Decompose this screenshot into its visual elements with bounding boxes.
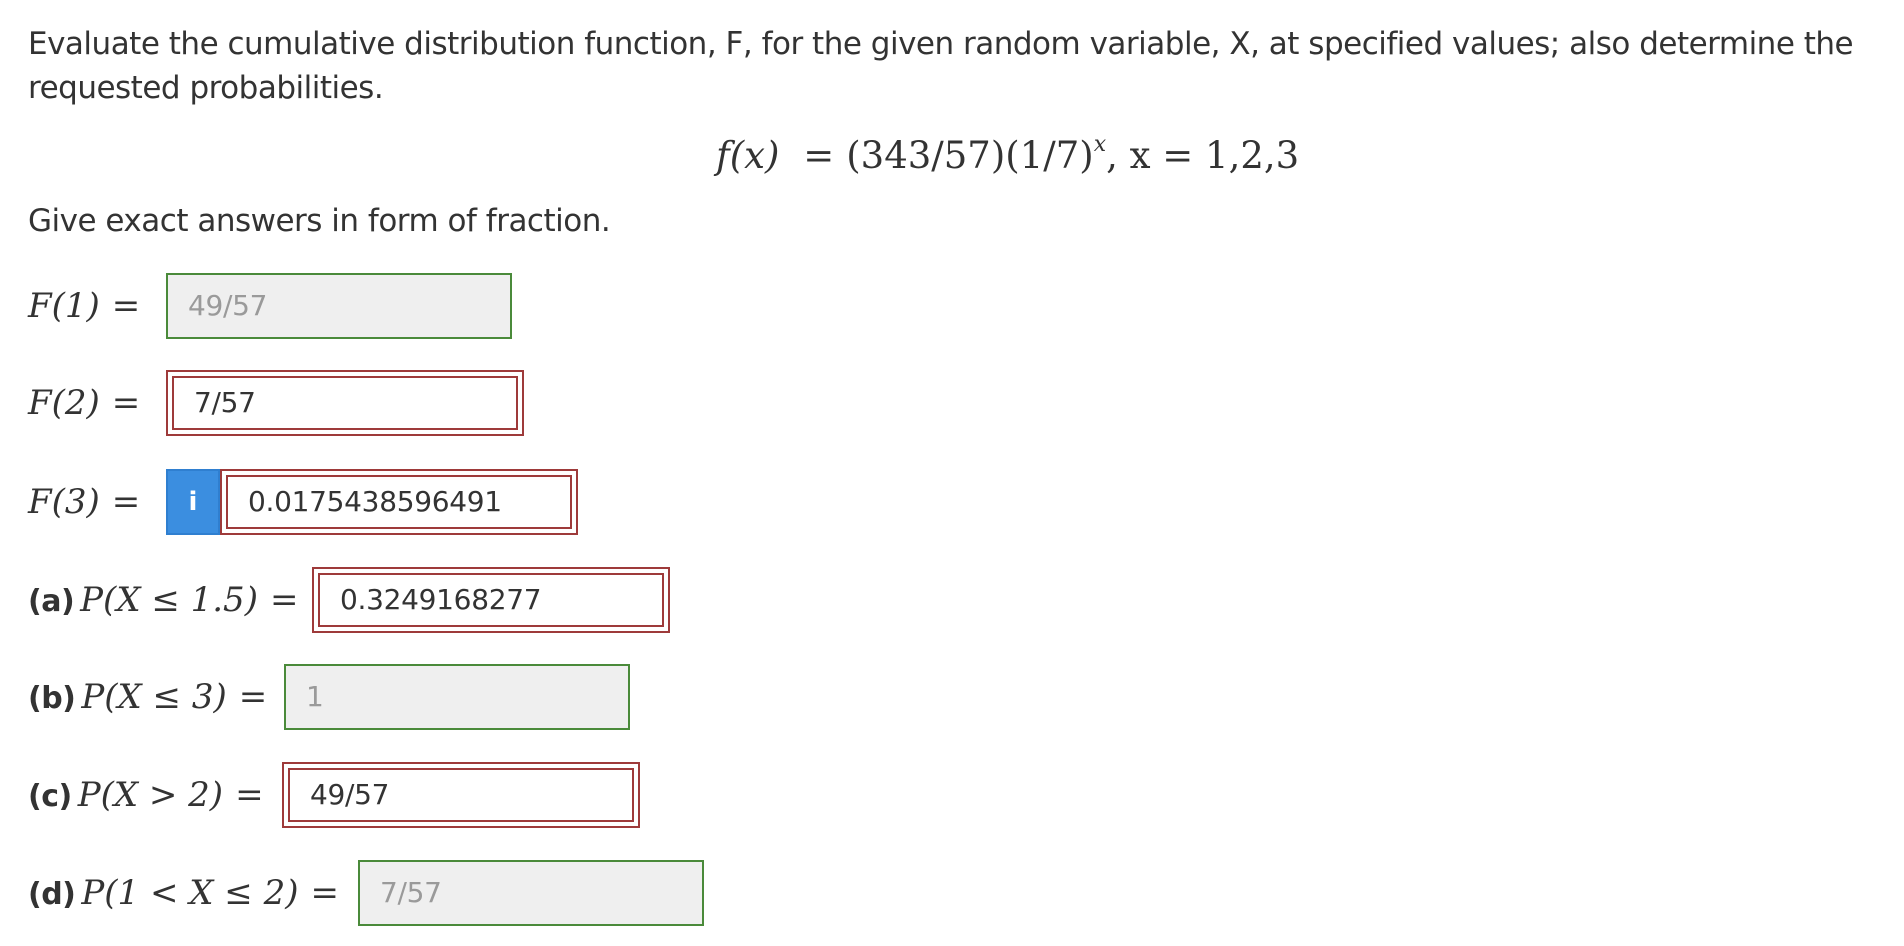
answer-value: 1	[306, 680, 324, 713]
part-label: (d)	[28, 877, 76, 912]
answer-row-c: (c) P(X > 2) = 49/57	[28, 762, 928, 828]
row-expression: P(X ≤ 1.5)	[80, 580, 258, 620]
answer-row-f1: F(1) = 49/57	[28, 273, 928, 339]
answer-row-d: (d) P(1 < X ≤ 2) = 7/57	[28, 860, 928, 926]
row-equals: =	[235, 775, 264, 815]
info-icon[interactable]: i	[166, 469, 220, 535]
row-label: (c) P(X > 2) =	[28, 762, 276, 828]
instruction-text: Give exact answers in form of fraction.	[28, 203, 611, 239]
question-text: Evaluate the cumulative distribution fun…	[28, 26, 1854, 106]
answer-field-f3[interactable]: 0.0175438596491	[220, 469, 578, 535]
answer-value: 49/57	[310, 778, 390, 811]
row-equals: =	[111, 383, 141, 423]
formula-tail: , x = 1,2,3	[1106, 134, 1300, 177]
row-label: F(3) =	[28, 469, 152, 535]
row-label: F(1) =	[28, 273, 152, 339]
row-equals: =	[269, 580, 299, 620]
row-label: (a) P(X ≤ 1.5) =	[28, 567, 310, 633]
formula-exponent: x	[1093, 132, 1107, 157]
answer-field-a[interactable]: 0.3249168277	[312, 567, 670, 633]
answer-value: 49/57	[188, 289, 268, 322]
row-label: (d) P(1 < X ≤ 2) =	[28, 860, 351, 926]
row-expression: F(1)	[28, 286, 100, 326]
row-expression: F(2)	[28, 383, 100, 423]
answer-row-f2: F(2) = 7/57	[28, 370, 928, 436]
row-label: (b) P(X ≤ 3) =	[28, 664, 279, 730]
answer-row-b: (b) P(X ≤ 3) = 1	[28, 664, 928, 730]
answer-field-b[interactable]: 1	[284, 664, 630, 730]
answer-field-f1[interactable]: 49/57	[166, 273, 512, 339]
row-equals: =	[111, 286, 141, 326]
part-label: (a)	[28, 584, 75, 619]
answer-field-c[interactable]: 49/57	[282, 762, 640, 828]
row-equals: =	[238, 677, 268, 717]
row-expression: F(3)	[28, 482, 100, 522]
answer-value: 7/57	[380, 876, 442, 909]
formula-eq: =	[803, 134, 835, 177]
pmf-formula: f(x) = (343/57)(1/7)x, x = 1,2,3	[716, 132, 1300, 178]
formula-body: (343/57)(1/7)	[846, 134, 1094, 177]
answer-row-f3: F(3) = i 0.0175438596491	[28, 469, 928, 535]
answer-field-d[interactable]: 7/57	[358, 860, 704, 926]
formula-lhs: f(x)	[716, 134, 780, 177]
part-label: (b)	[28, 681, 76, 716]
answer-value: 0.0175438596491	[248, 485, 502, 518]
answer-value: 0.3249168277	[340, 583, 542, 616]
row-expression: P(X ≤ 3)	[81, 677, 227, 717]
answer-field-f2[interactable]: 7/57	[166, 370, 524, 436]
part-label: (c)	[28, 779, 72, 814]
row-equals: =	[310, 873, 340, 913]
row-expression: P(X > 2)	[77, 775, 224, 815]
row-expression: P(1 < X ≤ 2)	[81, 873, 299, 913]
answer-row-a: (a) P(X ≤ 1.5) = 0.3249168277	[28, 567, 928, 633]
answer-value: 7/57	[194, 386, 256, 419]
row-equals: =	[111, 482, 141, 522]
row-label: F(2) =	[28, 370, 152, 436]
